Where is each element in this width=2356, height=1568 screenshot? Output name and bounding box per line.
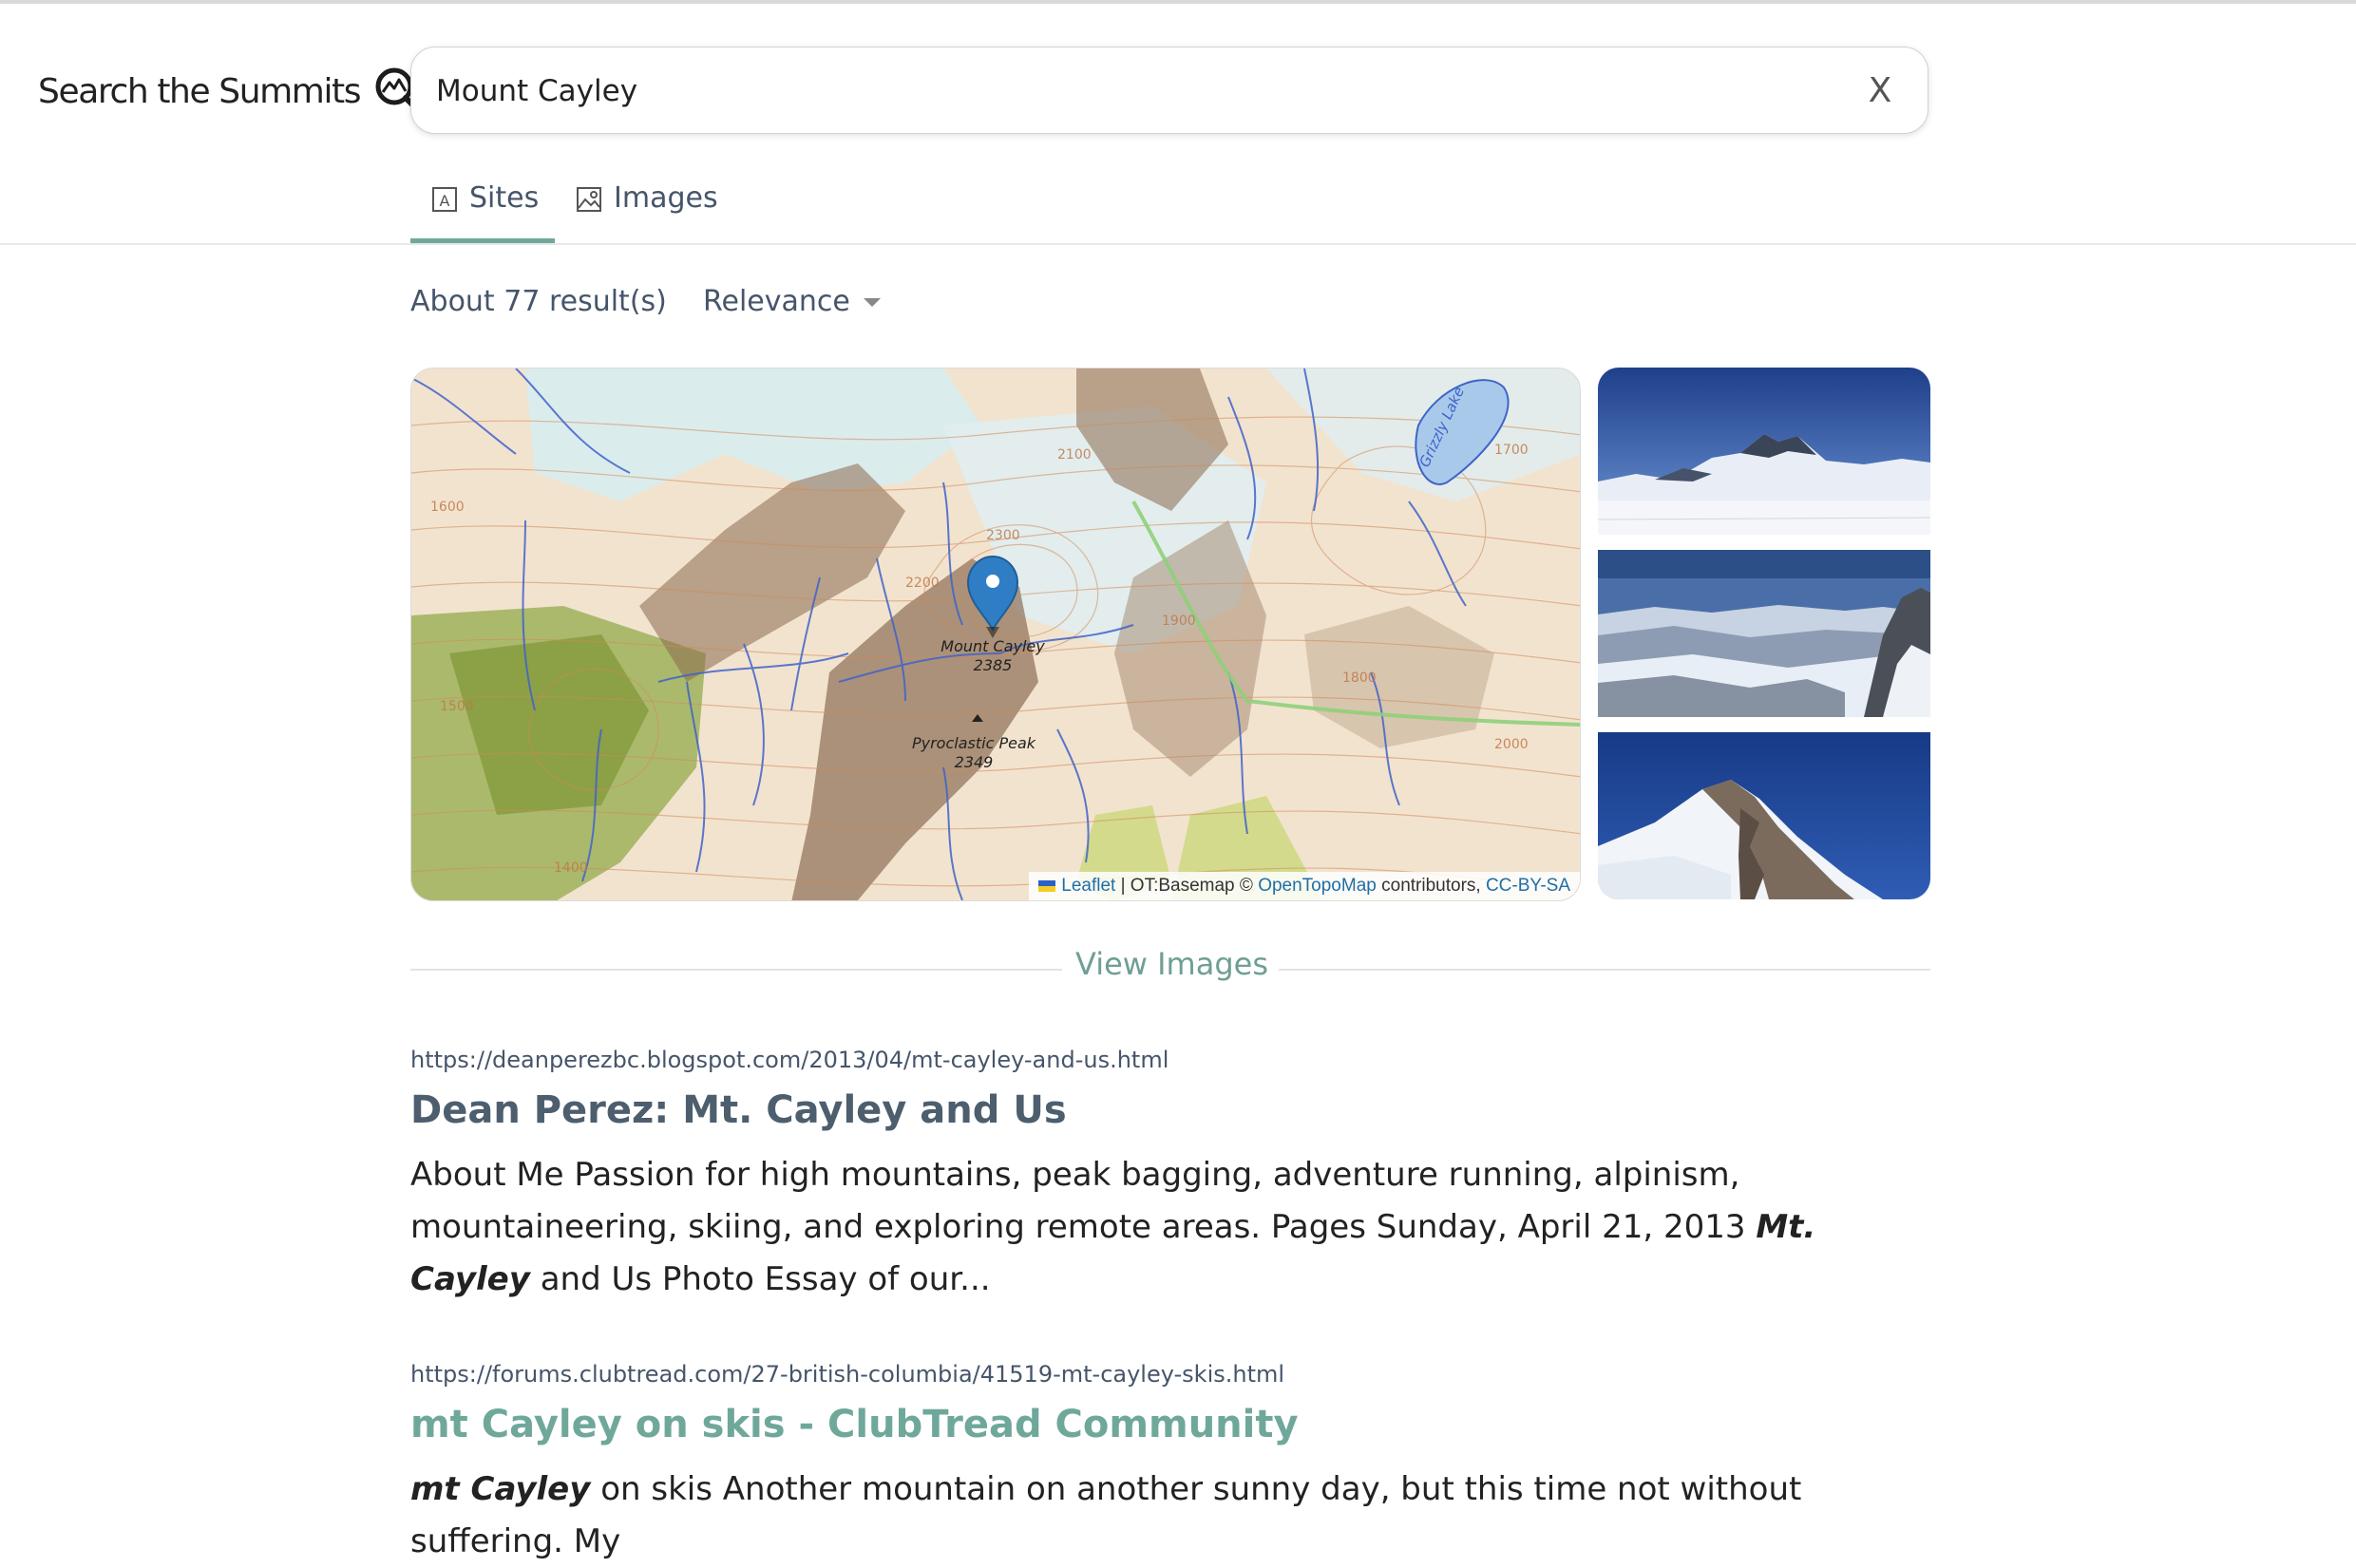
leaflet-link[interactable]: Leaflet: [1061, 876, 1115, 896]
peak-elevation: 2385: [974, 656, 1013, 674]
tab-images[interactable]: Images: [570, 180, 732, 243]
svg-text:1600: 1600: [430, 500, 465, 515]
svg-text:1500: 1500: [440, 699, 474, 714]
svg-text:1800: 1800: [1342, 671, 1377, 686]
brand-title: Search the Summits: [38, 71, 362, 111]
topo-map[interactable]: 2100 1900 1800 1600 1700 2000 1500 1400 …: [410, 368, 1581, 901]
secondary-peak-elevation: 2349: [955, 753, 994, 771]
svg-text:1400: 1400: [554, 860, 588, 876]
result-snippet: About Me Passion for high mountains, pea…: [410, 1156, 1816, 1298]
caret-down-icon: [863, 298, 881, 307]
text-document-icon: A: [432, 187, 457, 212]
svg-text:2000: 2000: [1494, 737, 1529, 752]
image-thumbnail[interactable]: [1598, 368, 1930, 535]
divider-right: [1279, 969, 1930, 971]
svg-text:A: A: [440, 192, 450, 210]
attribution-contributors-text: contributors,: [1376, 876, 1486, 896]
search-input[interactable]: [436, 66, 1814, 116]
topo-map-terrain: 2100 1900 1800 1600 1700 2000 1500 1400 …: [411, 368, 1580, 900]
search-box: X: [410, 47, 1928, 134]
image-icon: [577, 187, 601, 212]
tab-sites-label: Sites: [469, 181, 540, 215]
svg-text:1900: 1900: [1162, 614, 1196, 629]
attribution-basemap-text: | OT:Basemap ©: [1115, 876, 1259, 896]
ukraine-flag-icon: [1038, 880, 1056, 892]
license-link[interactable]: CC-BY-SA: [1486, 876, 1570, 896]
secondary-peak-label: Pyroclastic Peak: [912, 734, 1036, 752]
sort-dropdown[interactable]: Relevance: [703, 285, 881, 318]
brand-logo[interactable]: Search the Summits: [38, 65, 425, 118]
peak-label: Mount Cayley: [940, 637, 1045, 655]
result-url[interactable]: https://forums.clubtread.com/27-british-…: [410, 1361, 1284, 1388]
result-url[interactable]: https://deanperezbc.blogspot.com/2013/04…: [410, 1047, 1168, 1073]
result-title[interactable]: mt Cayley on skis - ClubTread Community: [410, 1403, 1299, 1446]
tab-sites[interactable]: A Sites: [410, 180, 555, 243]
mountain-photo: [1598, 550, 1930, 717]
image-thumbnail[interactable]: [1598, 550, 1930, 717]
image-thumbnail[interactable]: [1598, 732, 1930, 899]
clear-search-button[interactable]: X: [1857, 69, 1903, 113]
svg-text:2200: 2200: [905, 576, 940, 591]
top-border: [0, 0, 2356, 4]
mountain-photo: [1598, 732, 1930, 899]
result-title[interactable]: Dean Perez: Mt. Cayley and Us: [410, 1088, 1067, 1132]
result-count: About 77 result(s): [410, 285, 667, 318]
view-images-link[interactable]: View Images: [1075, 946, 1268, 982]
tabs-divider: [0, 243, 2356, 245]
map-attribution: Leaflet | OT:Basemap © OpenTopoMap contr…: [1029, 872, 1580, 900]
result-snippet: mt Cayley on skis Another mountain on an…: [410, 1470, 1802, 1560]
svg-text:2100: 2100: [1057, 447, 1092, 463]
divider-left: [410, 969, 1062, 971]
tab-images-label: Images: [614, 181, 718, 215]
mountain-photo: [1598, 368, 1930, 535]
sort-value: Relevance: [703, 285, 850, 318]
svg-text:2300: 2300: [986, 528, 1020, 543]
svg-text:1700: 1700: [1494, 443, 1529, 458]
opentopomap-link[interactable]: OpenTopoMap: [1258, 876, 1377, 896]
